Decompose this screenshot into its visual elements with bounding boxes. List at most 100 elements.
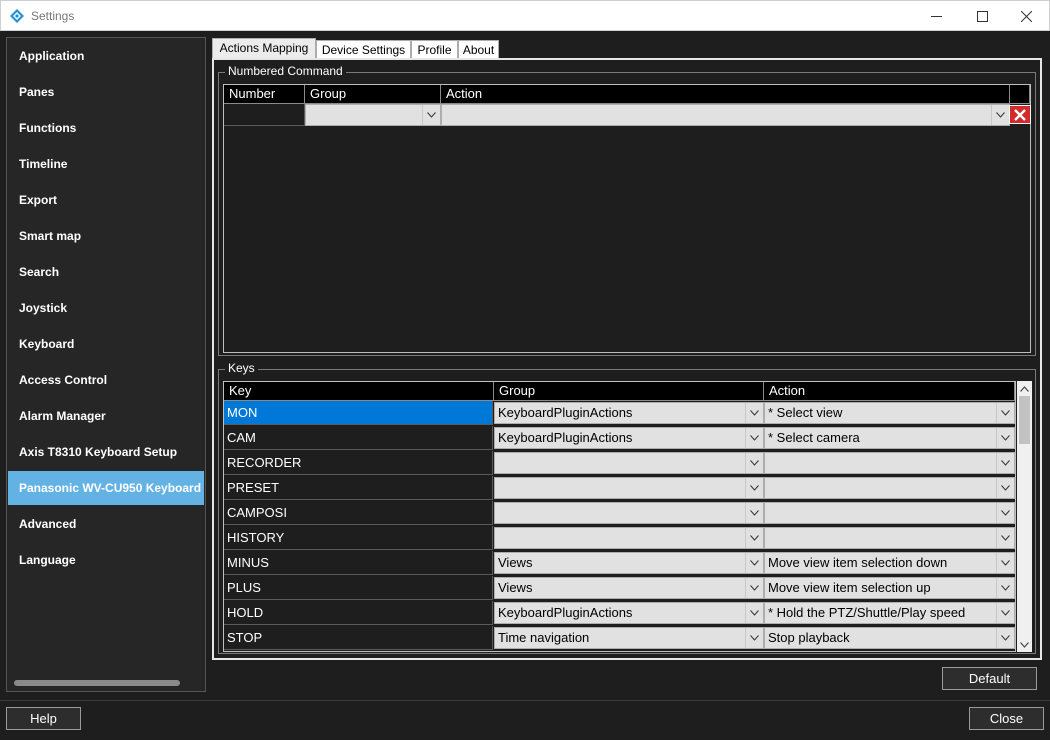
sidebar-item-smart-map[interactable]: Smart map — [8, 219, 204, 253]
key-action-select[interactable] — [764, 477, 1015, 499]
scroll-down-arrow[interactable] — [1017, 637, 1032, 652]
scroll-thumb[interactable] — [1019, 396, 1030, 444]
keys-grid: Key Group Action MON KeyboardPluginActio… — [223, 381, 1016, 652]
key-cell[interactable]: CAMPOSI — [224, 501, 493, 525]
key-group-select[interactable] — [494, 527, 764, 549]
chevron-down-icon — [745, 428, 763, 448]
tab-actions-mapping[interactable]: Actions Mapping — [212, 38, 316, 59]
chevron-down-icon — [745, 453, 763, 473]
key-group-select[interactable] — [494, 452, 764, 474]
delete-row-button[interactable] — [1009, 105, 1031, 124]
column-header-key[interactable]: Key — [224, 382, 494, 401]
key-action-select[interactable]: * Hold the PTZ/Shuttle/Play speed — [764, 602, 1015, 624]
sidebar-item-functions[interactable]: Functions — [8, 111, 204, 145]
tab-device-settings[interactable]: Device Settings — [316, 40, 411, 59]
key-group-select[interactable] — [494, 502, 764, 524]
help-button[interactable]: Help — [6, 707, 81, 730]
key-action-select[interactable]: * Select camera — [764, 427, 1015, 449]
keys-vertical-scrollbar[interactable] — [1017, 381, 1032, 652]
close-button[interactable]: Close — [969, 707, 1044, 730]
key-group-select[interactable]: KeyboardPluginActions — [494, 427, 764, 449]
key-action-value: * Select view — [768, 405, 843, 420]
sidebar-item-joystick[interactable]: Joystick — [8, 291, 204, 325]
close-window-button[interactable] — [1003, 1, 1049, 31]
key-group-select[interactable]: Views — [494, 552, 764, 574]
key-cell[interactable]: HOLD — [224, 601, 493, 625]
chevron-down-icon — [745, 503, 763, 523]
key-group-select[interactable]: Time navigation — [494, 627, 764, 649]
chevron-down-icon — [745, 403, 763, 423]
key-group-select[interactable]: KeyboardPluginActions — [494, 602, 764, 624]
chevron-down-icon — [996, 478, 1014, 498]
bottom-bar: Help Close — [0, 700, 1050, 740]
key-action-select[interactable]: Move view item selection up — [764, 577, 1015, 599]
number-cell[interactable] — [224, 104, 305, 126]
key-cell[interactable]: RECORDER — [224, 451, 493, 475]
column-header-action[interactable]: Action — [764, 382, 1015, 401]
chevron-down-icon — [745, 528, 763, 548]
key-group-select[interactable] — [494, 477, 764, 499]
numbered-group-select[interactable] — [305, 104, 441, 126]
key-group-value: Views — [498, 555, 533, 570]
sidebar-item-panasonic-keyboard-setup[interactable]: Panasonic WV-CU950 Keyboard Setup — [8, 471, 204, 505]
minimize-icon — [930, 15, 942, 17]
sidebar-item-export[interactable]: Export — [8, 183, 204, 217]
chevron-down-icon — [996, 453, 1014, 473]
tab-about[interactable]: About — [458, 40, 499, 59]
chevron-down-icon — [745, 553, 763, 573]
key-action-value: * Select camera — [768, 430, 860, 445]
key-action-select[interactable]: Move view item selection down — [764, 552, 1015, 574]
key-group-value: KeyboardPluginActions — [498, 405, 633, 420]
key-cell[interactable]: MON — [224, 401, 493, 425]
numbered-command-grid: Number Group Action — [223, 84, 1031, 353]
scroll-up-arrow[interactable] — [1017, 381, 1032, 396]
sidebar-item-keyboard[interactable]: Keyboard — [8, 327, 204, 361]
actions-mapping-panel: Numbered Command Number Group Action Key… — [212, 58, 1042, 660]
chevron-down-icon — [996, 403, 1014, 423]
key-cell[interactable]: PRESET — [224, 476, 493, 500]
sidebar-item-search[interactable]: Search — [8, 255, 204, 289]
sidebar-item-language[interactable]: Language — [8, 543, 204, 577]
sidebar-item-axis-keyboard-setup[interactable]: Axis T8310 Keyboard Setup — [8, 435, 204, 469]
key-cell[interactable]: HISTORY — [224, 526, 493, 550]
settings-sidebar: Application Panes Functions Timeline Exp… — [6, 37, 206, 692]
default-button[interactable]: Default — [942, 667, 1037, 690]
key-group-select[interactable]: Views — [494, 577, 764, 599]
keys-group: Keys Key Group Action MON KeyboardPlugin… — [218, 361, 1036, 654]
window-title: Settings — [31, 9, 75, 23]
maximize-button[interactable] — [959, 1, 1005, 31]
chevron-down-icon — [422, 105, 440, 125]
column-header-action[interactable]: Action — [441, 85, 1010, 104]
key-action-select[interactable]: * Select view — [764, 402, 1015, 424]
key-group-select[interactable]: KeyboardPluginActions — [494, 402, 764, 424]
key-action-select[interactable] — [764, 527, 1015, 549]
key-cell[interactable]: PLUS — [224, 576, 493, 600]
minimize-button[interactable] — [913, 1, 959, 31]
sidebar-item-timeline[interactable]: Timeline — [8, 147, 204, 181]
chevron-down-icon — [745, 628, 763, 648]
key-action-select[interactable] — [764, 502, 1015, 524]
sidebar-horizontal-scrollbar[interactable] — [14, 680, 180, 686]
column-header-number[interactable]: Number — [224, 85, 305, 104]
sidebar-item-alarm-manager[interactable]: Alarm Manager — [8, 399, 204, 433]
key-group-value: KeyboardPluginActions — [498, 430, 633, 445]
key-cell[interactable]: MINUS — [224, 551, 493, 575]
key-cell[interactable]: CAM — [224, 426, 493, 450]
sidebar-item-advanced[interactable]: Advanced — [8, 507, 204, 541]
key-group-value: Views — [498, 580, 533, 595]
column-header-group[interactable]: Group — [494, 382, 764, 401]
tab-profile[interactable]: Profile — [411, 40, 458, 59]
key-action-value: Move view item selection up — [768, 580, 931, 595]
numbered-action-select[interactable] — [441, 104, 1010, 126]
key-action-value: Move view item selection down — [768, 555, 948, 570]
chevron-down-icon — [996, 553, 1014, 573]
sidebar-item-application[interactable]: Application — [8, 39, 204, 73]
column-header-group[interactable]: Group — [305, 85, 441, 104]
key-action-select[interactable] — [764, 452, 1015, 474]
key-cell[interactable]: STOP — [224, 626, 493, 650]
milestone-app-icon — [10, 9, 24, 23]
sidebar-item-access-control[interactable]: Access Control — [8, 363, 204, 397]
sidebar-item-panes[interactable]: Panes — [8, 75, 204, 109]
key-action-select[interactable]: Stop playback — [764, 627, 1015, 649]
numbered-command-group: Numbered Command Number Group Action — [218, 64, 1036, 356]
